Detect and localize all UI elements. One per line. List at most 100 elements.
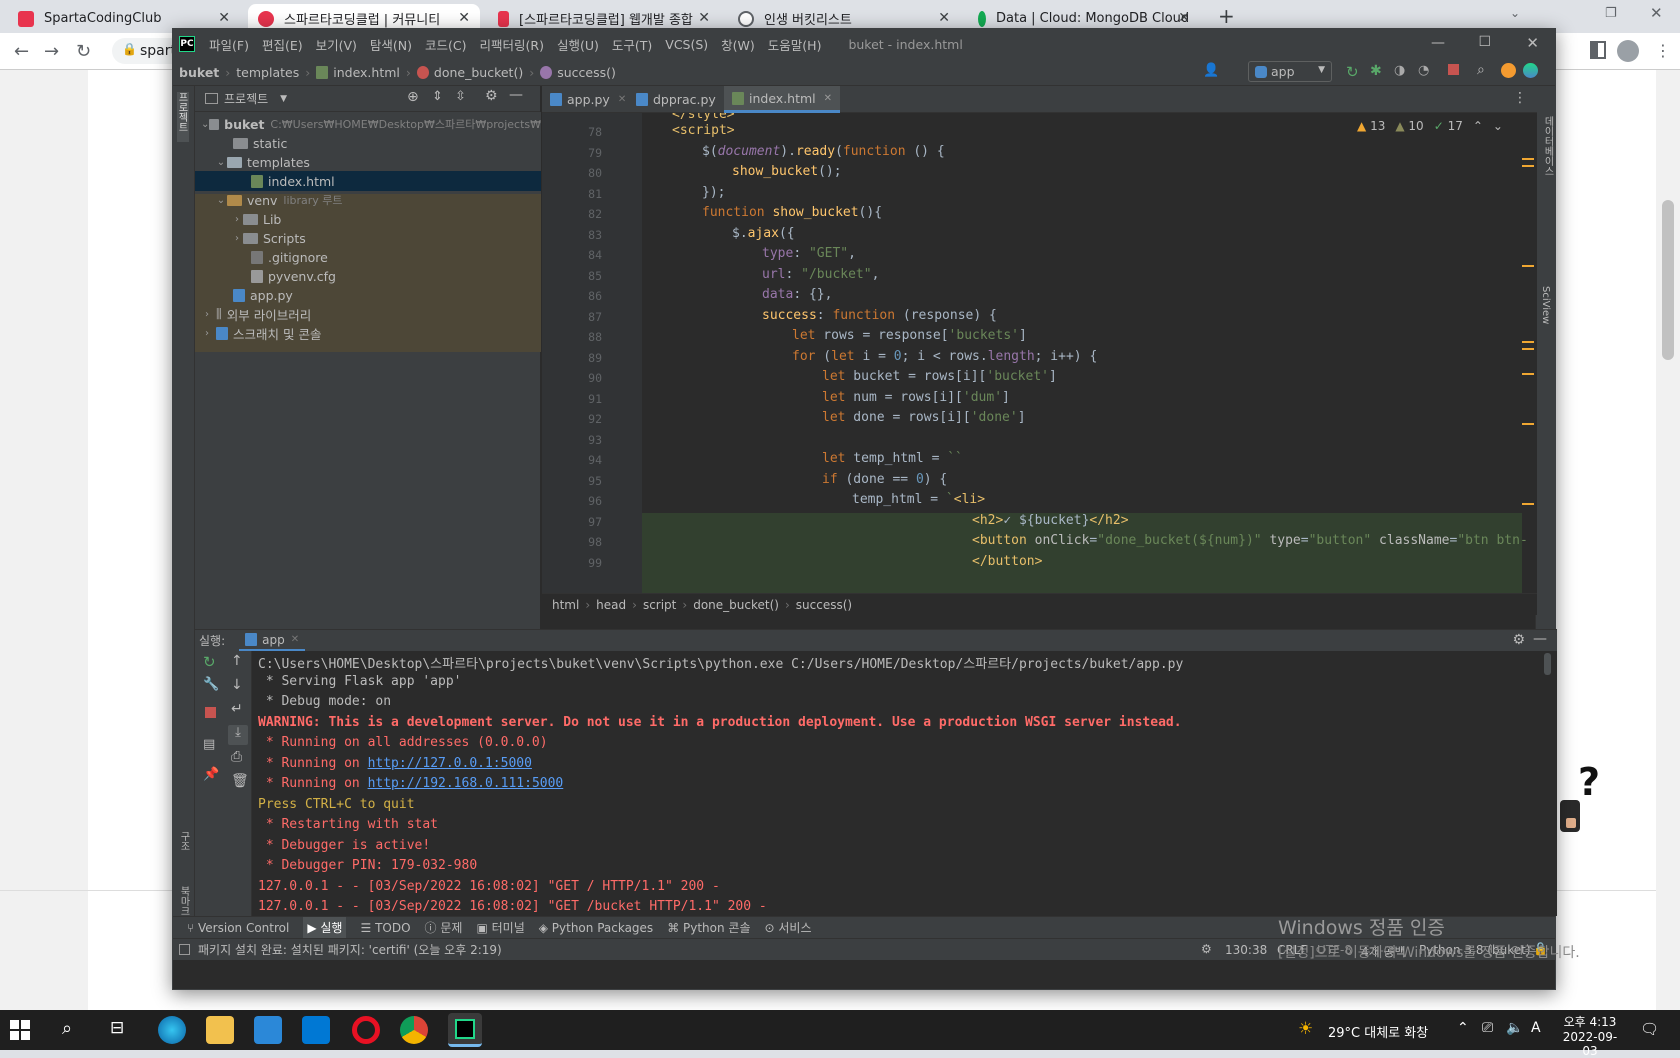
caret-position[interactable]: 130:38 — [1225, 943, 1267, 957]
console-scrollbar[interactable] — [1544, 653, 1551, 675]
menu-file[interactable]: 파일(F) — [209, 35, 249, 54]
tree-item-external-libraries[interactable]: › ⫼ 외부 라이브러리 — [195, 304, 541, 324]
user-icon[interactable]: 👤 — [1203, 63, 1219, 78]
database-tool-button[interactable]: 데이터베이스 — [1540, 116, 1555, 176]
locate-icon[interactable]: ⊕ — [407, 89, 419, 105]
tree-item-static[interactable]: static — [195, 133, 541, 153]
weather-text[interactable]: 29°C 대체로 화창 — [1328, 1022, 1428, 1041]
close-window-icon[interactable]: ✕ — [1650, 4, 1663, 22]
task-view-icon[interactable]: ⊟ — [110, 1018, 124, 1038]
tab-menu-icon[interactable]: ⋮ — [1513, 90, 1527, 106]
coverage-icon[interactable]: ◑ — [1394, 63, 1405, 78]
volume-icon[interactable]: 🔈 — [1506, 1020, 1523, 1036]
close-icon[interactable]: ✕ — [291, 634, 299, 645]
console-link[interactable]: http://127.0.0.1:5000 — [368, 756, 532, 771]
close-icon[interactable]: ✕ — [218, 10, 230, 26]
tree-item-gitignore[interactable]: .gitignore — [195, 247, 541, 267]
chrome-icon[interactable] — [400, 1016, 428, 1044]
gear-icon[interactable]: ⚙ — [1512, 632, 1525, 648]
menu-view[interactable]: 보기(V) — [316, 35, 357, 54]
code-crumb-item[interactable]: done_bucket() — [693, 598, 779, 612]
breadcrumb-function[interactable]: done_bucket() — [434, 65, 523, 80]
maximize-icon[interactable]: ☐ — [1478, 34, 1491, 50]
menu-edit[interactable]: 편집(E) — [262, 35, 303, 54]
arrow-down-icon[interactable]: ↓ — [231, 677, 243, 693]
git-icon[interactable]: ⚙ — [1201, 942, 1212, 956]
search-icon[interactable]: ⌕ — [62, 1018, 72, 1039]
menu-refactor[interactable]: 리팩터링(R) — [480, 35, 544, 54]
tab-search-icon[interactable]: ⌄ — [1510, 6, 1520, 20]
tree-item-index-html[interactable]: index.html — [195, 171, 541, 191]
weather-icon[interactable]: ☀ — [1298, 1019, 1313, 1039]
new-tab-icon[interactable]: + — [1218, 4, 1235, 28]
rerun-icon[interactable]: ↻ — [203, 653, 216, 671]
soft-wrap-icon[interactable]: ↵ — [231, 701, 243, 717]
side-panel-icon[interactable] — [1590, 41, 1606, 59]
run-console[interactable]: C:\Users\HOME\Desktop\스파르타\projects\buke… — [252, 651, 1557, 916]
code-crumb-item[interactable]: script — [643, 598, 676, 612]
hide-panel-icon[interactable]: — — [509, 87, 523, 103]
kebab-menu-icon[interactable]: ⋮ — [1655, 41, 1671, 60]
panel-toggle-icon[interactable] — [179, 944, 190, 955]
chevron-up-icon[interactable]: ⌃ — [1473, 119, 1483, 133]
tab-python-console[interactable]: ⌘ Python 콘솔 — [667, 919, 750, 936]
sciview-tool-button[interactable]: SciView — [1540, 286, 1551, 324]
breadcrumb-file[interactable]: index.html — [333, 65, 400, 80]
close-icon[interactable]: ✕ — [938, 10, 950, 26]
inspection-widget[interactable]: ▲ 13 ▲ 10 ✓ 17 ⌃ ⌄ — [1357, 119, 1503, 133]
mail-icon[interactable] — [302, 1016, 330, 1044]
arrow-up-icon[interactable]: ↑ — [231, 653, 243, 669]
close-icon[interactable]: ✕ — [698, 10, 710, 26]
expand-all-icon[interactable]: ⇕ — [432, 89, 443, 104]
page-scrollbar[interactable] — [1656, 70, 1680, 1010]
profile-icon[interactable]: ◔ — [1418, 63, 1429, 78]
network-icon[interactable]: ⎚ — [1482, 1020, 1493, 1036]
tab-terminal[interactable]: ▣ 터미널 — [476, 919, 524, 936]
hide-panel-icon[interactable]: — — [1533, 631, 1547, 647]
tab-python-packages[interactable]: ◈ Python Packages — [539, 921, 653, 935]
tree-item-lib[interactable]: › Lib — [195, 209, 541, 229]
back-icon[interactable]: ← — [14, 41, 29, 62]
close-icon[interactable]: ✕ — [1526, 34, 1539, 52]
close-icon[interactable]: ✕ — [824, 93, 832, 104]
console-link[interactable]: http://192.168.0.111:5000 — [368, 776, 564, 791]
project-panel-title[interactable]: 프로젝트 — [224, 90, 268, 107]
tab-index-html[interactable]: index.html ✕ — [724, 86, 841, 113]
close-icon[interactable]: ✕ — [1178, 10, 1190, 26]
menu-run[interactable]: 실행(U) — [557, 35, 599, 54]
reload-icon[interactable]: ↻ — [76, 41, 91, 62]
store-icon[interactable] — [254, 1016, 282, 1044]
edge-icon[interactable] — [158, 1016, 186, 1044]
scrollbar-thumb[interactable] — [1662, 200, 1674, 360]
menu-tools[interactable]: 도구(T) — [612, 35, 652, 54]
stop-icon[interactable] — [205, 707, 216, 718]
opera-icon[interactable] — [352, 1016, 380, 1044]
code-crumb-item[interactable]: html — [552, 598, 579, 612]
update-icon[interactable] — [1501, 63, 1516, 78]
close-icon[interactable]: ✕ — [618, 94, 626, 105]
tab-app-py[interactable]: app.py ✕ — [542, 86, 634, 113]
run-tab-app[interactable]: app ✕ — [239, 631, 306, 651]
menu-window[interactable]: 창(W) — [721, 35, 755, 54]
tree-item-venv[interactable]: ⌄ venv library 루트 — [195, 190, 541, 210]
chevron-up-icon[interactable]: ⌃ — [1457, 1020, 1469, 1036]
code-crumb-item[interactable]: success() — [796, 598, 852, 612]
forward-icon[interactable]: → — [44, 41, 59, 62]
restore-window-icon[interactable]: ❐ — [1605, 6, 1617, 21]
minimize-icon[interactable]: — — [1431, 35, 1445, 51]
breadcrumb-folder[interactable]: templates — [236, 65, 299, 80]
menu-help[interactable]: 도움말(H) — [768, 35, 822, 54]
code-crumb-item[interactable]: head — [596, 598, 626, 612]
bookmarks-tool-button[interactable]: 북마크 — [176, 886, 191, 916]
clock[interactable]: 오후 4:13 2022-09-03 — [1558, 1013, 1622, 1058]
tab-version-control[interactable]: ⑂ Version Control — [187, 921, 289, 935]
chevron-down-icon[interactable]: ▼ — [280, 94, 287, 104]
tab-todo[interactable]: ☰ TODO — [360, 921, 410, 935]
tab-run[interactable]: ▶ 실행 — [303, 917, 347, 938]
menu-vcs[interactable]: VCS(S) — [665, 37, 708, 52]
print-icon[interactable]: ⎙ — [231, 749, 242, 765]
file-explorer-icon[interactable] — [206, 1016, 234, 1044]
notifications-icon[interactable]: 🗨 — [1640, 1020, 1659, 1038]
gear-icon[interactable]: ⚙ — [485, 88, 498, 104]
avatar[interactable] — [1617, 40, 1639, 62]
